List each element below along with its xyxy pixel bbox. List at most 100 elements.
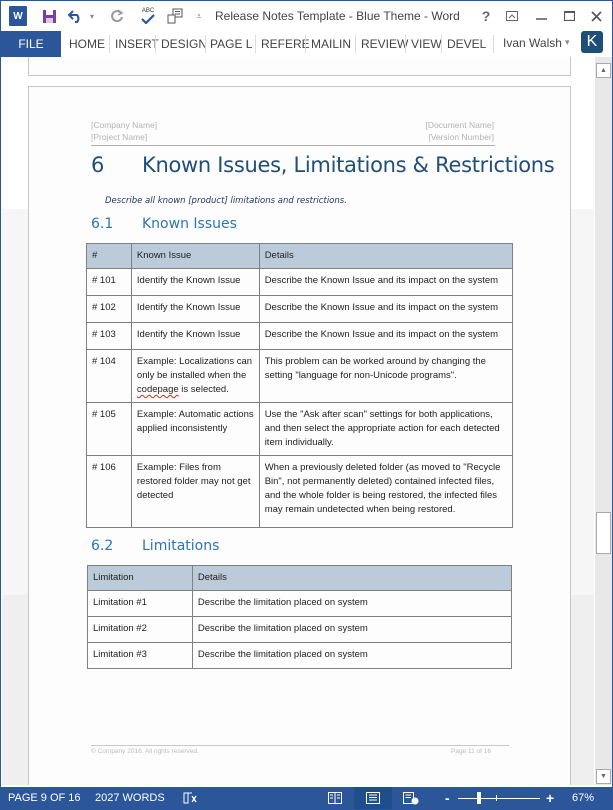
tab-separator xyxy=(305,35,306,53)
issue-details[interactable]: Describe the Known Issue and its impact … xyxy=(258,322,514,350)
status-bar: PAGE 9 OF 16 2027 WORDS - + 67% xyxy=(1,787,612,809)
word-count[interactable]: 2027 WORDS xyxy=(95,787,165,809)
tab-separator xyxy=(155,35,156,53)
web-layout-view-icon[interactable] xyxy=(401,787,421,809)
zoom-level[interactable]: 67% xyxy=(572,787,594,809)
section-number: 6 xyxy=(91,153,105,177)
tab-separator xyxy=(405,35,406,53)
limitation-name[interactable]: Limitation #3 xyxy=(87,642,193,669)
subsection-number: 6.1 xyxy=(91,216,114,232)
word-logo-icon[interactable]: W xyxy=(9,6,27,26)
word-window: W ▾ ABC ⩡ Release Notes Template - Blue … xyxy=(0,0,613,810)
table-row: # 106 Example: Files from restored folde… xyxy=(86,455,514,528)
page-count[interactable]: PAGE 9 OF 16 xyxy=(8,787,81,809)
issue-details[interactable]: Describe the Known Issue and its impact … xyxy=(258,295,514,323)
read-mode-view-icon[interactable] xyxy=(323,787,347,809)
column-header: # xyxy=(86,243,132,269)
header-divider xyxy=(91,145,495,146)
subsection-heading-limitations: 6.2 Limitations xyxy=(91,538,391,558)
limitation-name[interactable]: Limitation #1 xyxy=(87,590,193,617)
issue-title[interactable]: Example: Files from restored folder may … xyxy=(130,455,260,528)
issue-title[interactable]: Identify the Known Issue xyxy=(130,295,260,323)
issue-id[interactable]: # 101 xyxy=(86,268,132,296)
tab-file[interactable]: FILE xyxy=(1,31,61,57)
scrollbar-thumb[interactable] xyxy=(596,512,611,554)
table-row: # 105 Example: Automatic actions applied… xyxy=(86,402,514,456)
subsection-title: Limitations xyxy=(142,538,220,554)
table-row: # 101 Identify the Known Issue Describe … xyxy=(86,268,514,296)
zoom-slider-center-tick xyxy=(496,795,497,801)
zoom-in-button[interactable]: + xyxy=(546,787,554,809)
tab-design[interactable]: DESIGN xyxy=(156,31,212,57)
issue-id[interactable]: # 106 xyxy=(86,455,132,528)
limitation-details[interactable]: Describe the limitation placed on system xyxy=(191,642,513,669)
table-row: Limitation #2 Describe the limitation pl… xyxy=(87,616,513,643)
column-header: Details xyxy=(191,565,513,591)
issue-title-text: is selected. xyxy=(178,384,229,395)
issue-title[interactable]: Example: Automatic actions applied incon… xyxy=(130,402,260,456)
zoom-out-button[interactable]: - xyxy=(445,787,450,809)
new-from-template-icon[interactable] xyxy=(165,6,185,26)
subsection-title: Known Issues xyxy=(142,216,237,232)
issue-id[interactable]: # 105 xyxy=(86,402,132,456)
spelling-check-icon[interactable]: ABC xyxy=(138,6,158,26)
title-bar: W ▾ ABC ⩡ Release Notes Template - Blue … xyxy=(1,1,612,31)
zoom-slider-thumb[interactable] xyxy=(477,792,481,804)
zoom-slider-track[interactable] xyxy=(458,798,540,799)
issue-title[interactable]: Example: Localizations can only be insta… xyxy=(130,349,260,403)
help-button[interactable]: ? xyxy=(474,5,498,27)
issue-id[interactable]: # 102 xyxy=(86,295,132,323)
undo-icon[interactable] xyxy=(67,6,85,26)
tab-home[interactable]: HOME xyxy=(64,31,110,57)
customize-toolbar-icon[interactable]: ⩡ xyxy=(193,6,205,26)
section-intro: Describe all known [product] limitations… xyxy=(105,196,347,206)
issue-id[interactable]: # 104 xyxy=(86,349,132,403)
tab-page-layout[interactable]: PAGE L xyxy=(205,31,257,57)
footer-page-number: Page 11 of 16 xyxy=(451,748,491,755)
proofing-icon[interactable] xyxy=(183,787,197,809)
avatar[interactable]: K xyxy=(581,31,603,53)
table-header-row: Limitation Details xyxy=(87,565,513,591)
column-header: Limitation xyxy=(87,565,193,591)
column-header: Known Issue xyxy=(130,243,260,269)
window-title: Release Notes Template - Blue Theme - Wo… xyxy=(215,9,460,23)
issue-details[interactable]: When a previously deleted folder (as mov… xyxy=(258,455,514,528)
header-version-number: [Version Number] xyxy=(428,132,494,142)
scroll-down-button[interactable]: ▼ xyxy=(596,769,611,784)
issue-details[interactable]: Use the "Ask after scan" settings for bo… xyxy=(258,402,514,456)
ribbon-display-options-button[interactable] xyxy=(500,5,524,27)
undo-dropdown-icon[interactable]: ▾ xyxy=(87,6,97,26)
tab-mailings[interactable]: MAILIN xyxy=(306,31,356,57)
subsection-heading-known-issues: 6.1 Known Issues xyxy=(91,216,391,236)
issue-details[interactable]: Describe the Known Issue and its impact … xyxy=(258,268,514,296)
issue-title[interactable]: Identify the Known Issue xyxy=(130,268,260,296)
tab-developer[interactable]: DEVEL xyxy=(442,31,491,57)
limitation-details[interactable]: Describe the limitation placed on system xyxy=(191,616,513,643)
document-page[interactable]: [Company Name] [Project Name] [Document … xyxy=(28,86,571,785)
minimize-button[interactable] xyxy=(529,5,553,27)
tab-separator xyxy=(493,35,494,53)
user-menu-chevron-icon[interactable]: ▾ xyxy=(565,37,570,48)
maximize-button[interactable] xyxy=(557,5,581,27)
limitations-table: Limitation Details Limitation #1 Describ… xyxy=(87,565,513,669)
limitation-details[interactable]: Describe the limitation placed on system xyxy=(191,590,513,617)
table-row: Limitation #1 Describe the limitation pl… xyxy=(87,590,513,617)
user-name[interactable]: Ivan Walsh xyxy=(503,36,562,50)
known-issues-table: # Known Issue Details # 101 Identify the… xyxy=(86,243,514,528)
section-title: Known Issues, Limitations & Restrictions xyxy=(142,153,555,177)
save-icon[interactable] xyxy=(39,6,59,26)
tab-separator xyxy=(355,35,356,53)
table-header-row: # Known Issue Details xyxy=(86,243,514,269)
table-row: # 102 Identify the Known Issue Describe … xyxy=(86,295,514,323)
print-layout-view-icon[interactable] xyxy=(354,787,392,809)
issue-id[interactable]: # 103 xyxy=(86,322,132,350)
issue-details[interactable]: This problem can be worked around by cha… xyxy=(258,349,514,403)
redo-icon[interactable] xyxy=(108,6,126,26)
scroll-up-button[interactable]: ▲ xyxy=(596,63,611,78)
spelling-error-word[interactable]: codepage xyxy=(137,384,179,395)
previous-page-bottom xyxy=(28,57,571,76)
vertical-scrollbar[interactable]: ▲ ▼ xyxy=(595,57,612,785)
issue-title[interactable]: Identify the Known Issue xyxy=(130,322,260,350)
limitation-name[interactable]: Limitation #2 xyxy=(87,616,193,643)
close-button[interactable] xyxy=(584,5,608,27)
